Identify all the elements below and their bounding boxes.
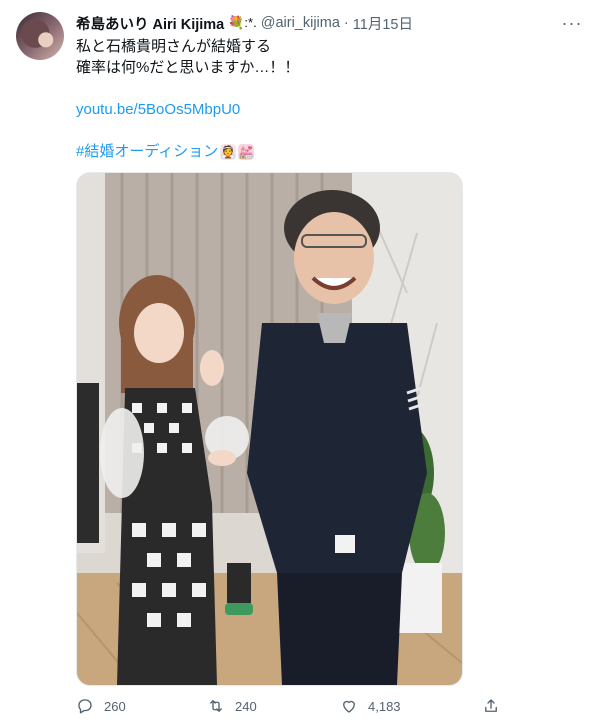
- tweet-header: 希島あいり Airi Kijima 💐:*. @airi_kijima · 11…: [76, 13, 413, 33]
- hashtag-link[interactable]: #結婚オーディション: [76, 141, 218, 162]
- like-count: 4,183: [368, 698, 401, 714]
- more-options-button[interactable]: ···: [561, 12, 583, 34]
- reply-button[interactable]: 260: [76, 694, 126, 718]
- like-button[interactable]: 4,183: [340, 694, 401, 718]
- name-emoji: 💐:*.: [228, 15, 257, 30]
- tweet-text-line-2: 確率は何%だと思いますか…！！: [76, 59, 300, 76]
- more-icon: ···: [561, 12, 583, 33]
- tweet-text: 私と石橋貴明さんが結婚する 確率は何%だと思いますか…！！ youtu.be/5…: [76, 36, 576, 162]
- user-handle[interactable]: @airi_kijima: [261, 15, 340, 31]
- avatar[interactable]: [16, 12, 64, 60]
- retweet-button[interactable]: 240: [207, 694, 257, 718]
- separator-dot: ·: [343, 15, 349, 31]
- display-name[interactable]: 希島あいり Airi Kijima: [76, 13, 224, 34]
- tweet-date[interactable]: 11月15日: [353, 13, 413, 34]
- tweet-actions: 260 240 4,183: [76, 694, 586, 718]
- like-icon: [343, 700, 355, 713]
- reply-icon: [78, 699, 92, 714]
- wedding-chapel-emoji-icon: 💒: [238, 143, 255, 160]
- reply-count: 260: [104, 698, 126, 714]
- share-icon: [485, 699, 497, 712]
- tweet-text-line-1: 私と石橋貴明さんが結婚する: [76, 38, 272, 55]
- retweet-icon: [210, 700, 222, 712]
- tweet[interactable]: 希島あいり Airi Kijima 💐:*. @airi_kijima · 11…: [0, 0, 598, 728]
- youtube-link[interactable]: youtu.be/5BoOs5MbpU0: [76, 101, 240, 118]
- retweet-count: 240: [235, 698, 257, 714]
- bride-emoji-icon: 👰: [220, 143, 237, 160]
- tweet-photo[interactable]: [76, 172, 463, 686]
- share-button[interactable]: [482, 694, 500, 718]
- photo-illustration: [77, 173, 462, 685]
